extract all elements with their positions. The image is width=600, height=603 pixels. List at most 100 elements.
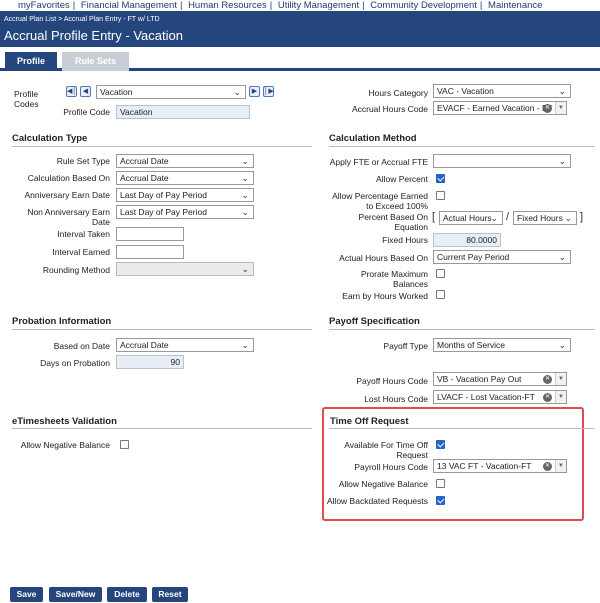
hours-category-label: Hours Category <box>368 88 428 98</box>
nav-financial-management[interactable]: Financial Management <box>81 0 177 11</box>
percent-numerator-select[interactable]: Actual Hours ⌄ <box>439 211 503 225</box>
tab-profile[interactable]: Profile <box>5 52 57 71</box>
nav-human-resources[interactable]: Human Resources <box>188 0 267 11</box>
payroll-hours-code-lookup[interactable]: 13 VAC FT - Vacation-FT ✕ ▼ <box>433 459 567 473</box>
dropdown-icon[interactable]: ▼ <box>555 102 566 114</box>
payoff-type-value: Months of Service <box>437 340 506 350</box>
section-probation-information: Probation Information <box>12 316 112 327</box>
chevron-down-icon: ⌄ <box>241 264 249 274</box>
percent-denominator-select[interactable]: Fixed Hours ⌄ <box>513 211 577 225</box>
payoff-hours-code-label: Payoff Hours Code <box>356 376 428 386</box>
interval-earned-label: Interval Earned <box>52 247 110 257</box>
clear-icon[interactable]: ✕ <box>543 393 552 402</box>
dropdown-icon[interactable]: ▼ <box>555 373 566 385</box>
actual-hours-based-on-label: Actual Hours Based On <box>339 253 428 263</box>
allow-percent-checkbox[interactable] <box>436 174 445 183</box>
apply-fte-label: Apply FTE or Accrual FTE <box>329 157 428 167</box>
rule-set-type-value: Accrual Date <box>120 156 169 166</box>
available-for-time-off-checkbox[interactable] <box>436 440 445 449</box>
profile-codes-value: Vacation <box>100 87 133 97</box>
nav-myfavorites[interactable]: myFavorites <box>18 0 70 11</box>
delete-button[interactable]: Delete <box>107 587 147 602</box>
actual-hours-based-on-select[interactable]: Current Pay Period ⌄ <box>433 250 571 264</box>
payoff-hours-code-value: VB - Vacation Pay Out <box>437 374 522 384</box>
calculation-based-on-select[interactable]: Accrual Date ⌄ <box>116 171 254 185</box>
nav-community-development[interactable]: Community Development <box>370 0 477 11</box>
payoff-type-select[interactable]: Months of Service ⌄ <box>433 338 571 352</box>
interval-taken-field[interactable] <box>116 227 184 241</box>
prorate-maximum-balances-checkbox[interactable] <box>436 269 445 278</box>
last-record-icon[interactable]: │▶ <box>263 86 274 97</box>
actual-hours-based-on-value: Current Pay Period <box>437 252 510 262</box>
lost-hours-code-lookup[interactable]: LVACF - Lost Vacation-FT ✕ ▼ <box>433 390 567 404</box>
nav-separator: | <box>362 0 365 11</box>
section-divider <box>12 329 312 330</box>
nav-utility-management[interactable]: Utility Management <box>278 0 359 11</box>
chevron-down-icon: ⌄ <box>241 190 249 200</box>
section-time-off-request: Time Off Request <box>330 416 409 427</box>
allow-percentage-earned-label: Allow Percentage Earned to Exceed 100% <box>332 191 428 211</box>
rule-set-type-select[interactable]: Accrual Date ⌄ <box>116 154 254 168</box>
payoff-hours-code-lookup[interactable]: VB - Vacation Pay Out ✕ ▼ <box>433 372 567 386</box>
save-button[interactable]: Save <box>10 587 43 602</box>
clear-icon[interactable]: ✕ <box>543 462 552 471</box>
section-calculation-method: Calculation Method <box>329 133 417 144</box>
payoff-type-label: Payoff Type <box>383 341 428 351</box>
dropdown-icon[interactable]: ▼ <box>555 391 566 403</box>
allow-backdated-requests-label: Allow Backdated Requests <box>326 496 428 506</box>
section-divider <box>329 428 595 429</box>
save-new-button[interactable]: Save/New <box>49 587 102 602</box>
breadcrumb[interactable]: Accrual Plan List > Accrual Plan Entry -… <box>4 16 160 23</box>
percent-denominator-value: Fixed Hours <box>517 213 563 223</box>
etimesheets-allow-negative-checkbox[interactable] <box>120 440 129 449</box>
chevron-down-icon: ⌄ <box>558 156 566 166</box>
chevron-down-icon: ⌄ <box>241 173 249 183</box>
probation-based-on-date-value: Accrual Date <box>120 340 169 350</box>
nav-separator: | <box>72 0 76 11</box>
accrual-hours-code-label: Accrual Hours Code <box>351 104 428 114</box>
tab-bar: Profile Rule Sets <box>0 47 600 71</box>
accrual-hours-code-lookup[interactable]: EVACF - Earned Vacation - FT ✕ ▼ <box>433 101 567 115</box>
fixed-hours-field[interactable]: 80.0000 <box>433 233 501 247</box>
available-for-time-off-label: Available For Time Off Request <box>344 440 428 460</box>
profile-codes-select[interactable]: Vacation ⌄ <box>96 85 246 99</box>
top-nav: myFavorites | Financial Management | Human… <box>0 0 600 11</box>
time-off-allow-negative-checkbox[interactable] <box>436 479 445 488</box>
first-record-icon[interactable]: ◀│ <box>66 86 77 97</box>
page-header: Accrual Plan List > Accrual Plan Entry -… <box>0 11 600 47</box>
earn-by-hours-worked-checkbox[interactable] <box>436 290 445 299</box>
next-record-icon[interactable]: ▶ <box>249 86 260 97</box>
clear-icon[interactable]: ✕ <box>543 104 552 113</box>
section-divider <box>12 146 312 147</box>
etimesheets-allow-negative-label: Allow Negative Balance <box>20 440 110 450</box>
days-on-probation-field[interactable]: 90 <box>116 355 184 369</box>
probation-based-on-date-label: Based on Date <box>53 341 110 351</box>
hours-category-select[interactable]: VAC - Vacation ⌄ <box>433 84 571 98</box>
chevron-down-icon: ⌄ <box>564 213 572 223</box>
interval-earned-field[interactable] <box>116 245 184 259</box>
reset-button[interactable]: Reset <box>152 587 188 602</box>
dropdown-icon[interactable]: ▼ <box>555 460 566 472</box>
profile-codes-label: Profile Codes <box>14 89 39 109</box>
days-on-probation-label: Days on Probation <box>40 358 110 368</box>
nav-maintenance[interactable]: Maintenance <box>488 0 542 11</box>
anniversary-earn-date-select[interactable]: Last Day of Pay Period ⌄ <box>116 188 254 202</box>
tab-rule-sets[interactable]: Rule Sets <box>62 52 129 71</box>
prev-record-icon[interactable]: ◀ <box>80 86 91 97</box>
bracket-close: ] <box>580 211 584 223</box>
rule-set-type-label: Rule Set Type <box>56 156 110 166</box>
allow-percentage-earned-checkbox[interactable] <box>436 191 445 200</box>
clear-icon[interactable]: ✕ <box>543 375 552 384</box>
section-etimesheets-validation: eTimesheets Validation <box>12 416 117 427</box>
chevron-down-icon: ⌄ <box>241 156 249 166</box>
section-divider <box>12 428 312 429</box>
nav-separator: | <box>269 0 273 11</box>
non-anniversary-earn-date-select[interactable]: Last Day of Pay Period ⌄ <box>116 205 254 219</box>
allow-backdated-requests-checkbox[interactable] <box>436 496 445 505</box>
profile-code-label: Profile Code <box>63 107 110 117</box>
percent-numerator-value: Actual Hours <box>443 213 492 223</box>
chevron-down-icon: ⌄ <box>233 87 241 97</box>
apply-fte-select[interactable]: ⌄ <box>433 154 571 168</box>
profile-code-field[interactable]: Vacation <box>116 105 250 119</box>
probation-based-on-date-select[interactable]: Accrual Date ⌄ <box>116 338 254 352</box>
